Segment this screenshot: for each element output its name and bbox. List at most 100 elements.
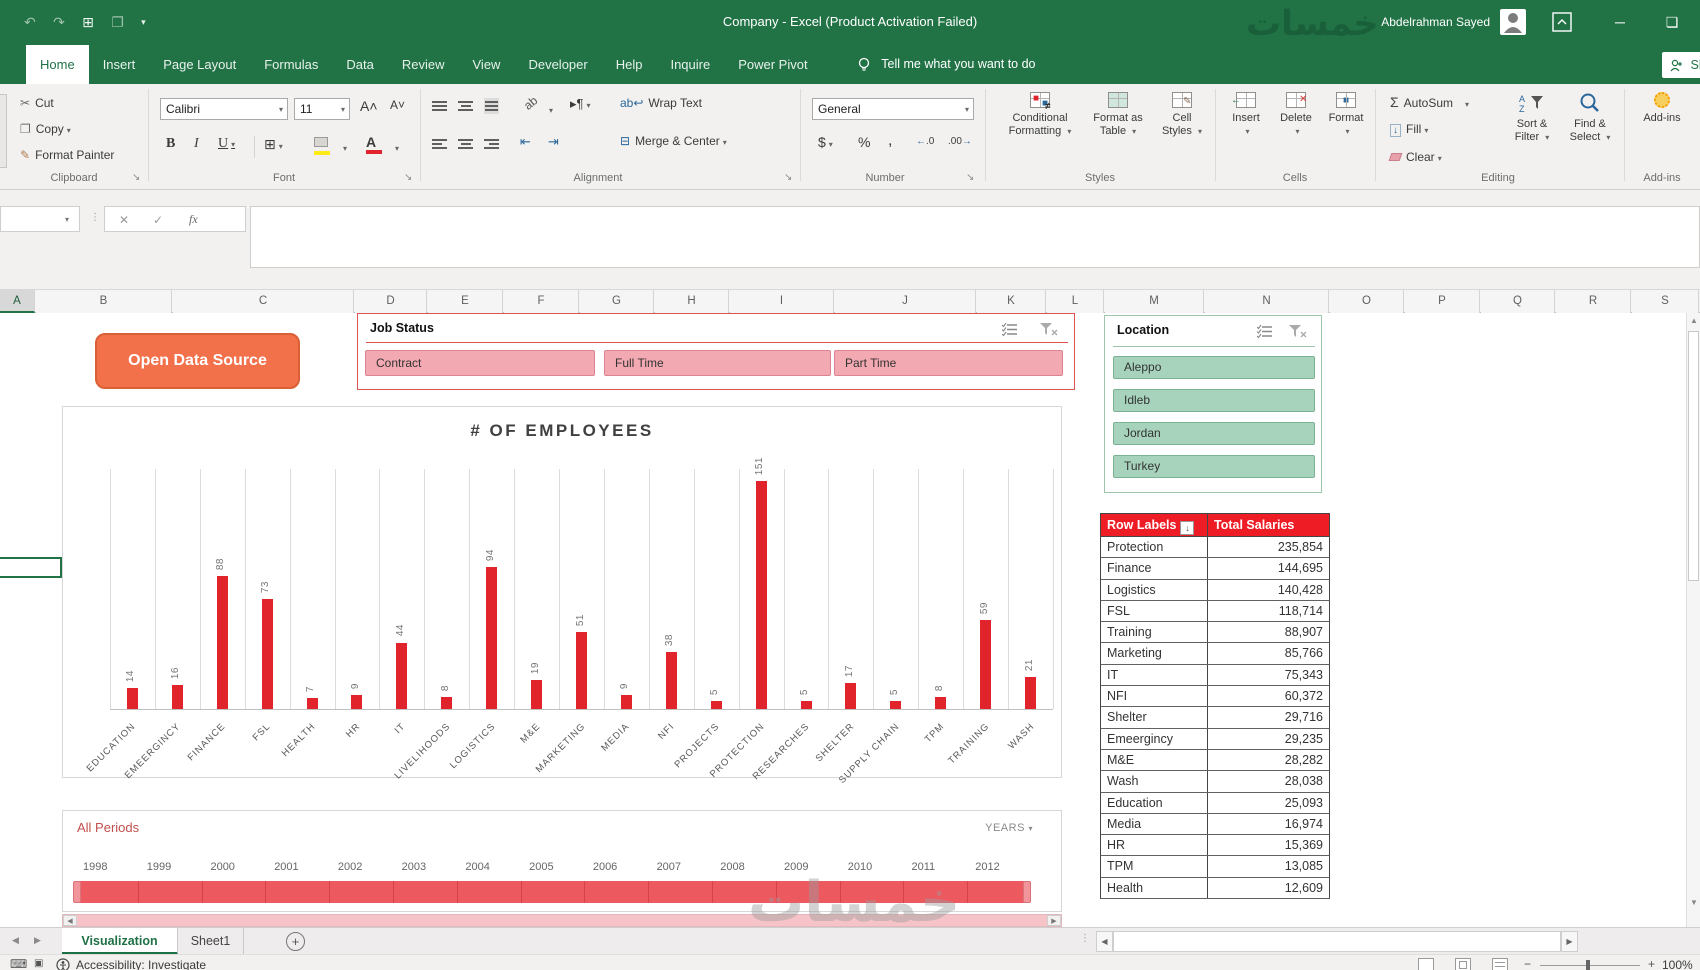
orientation-dropdown[interactable]: ▾ xyxy=(546,102,553,116)
formula-input[interactable] xyxy=(250,206,1700,268)
fill-button[interactable]: ↓ Fill ▾ xyxy=(1390,122,1428,137)
font-color-dropdown[interactable]: ▾ xyxy=(392,140,399,154)
pivot-header-total-salaries[interactable]: Total Salaries xyxy=(1208,514,1329,536)
align-top-button[interactable] xyxy=(432,98,447,113)
fill-color-button[interactable] xyxy=(314,136,330,155)
name-box[interactable]: ▾ xyxy=(0,206,80,232)
align-left-button[interactable] xyxy=(432,136,447,151)
column-header-J[interactable]: J xyxy=(835,290,976,313)
chart-bar-media[interactable] xyxy=(620,695,632,709)
chart-bar-supply-chain[interactable] xyxy=(890,701,902,709)
percent-style-button[interactable]: % xyxy=(858,134,870,150)
column-header-E[interactable]: E xyxy=(428,290,503,313)
cancel-icon[interactable]: ✕ xyxy=(119,213,129,227)
scroll-up-icon[interactable]: ▲ xyxy=(1687,313,1700,329)
pivot-row-education[interactable]: Education 25,093 xyxy=(1100,792,1330,814)
chart-bar-logistics[interactable] xyxy=(486,567,498,709)
hscroll-right-icon[interactable]: ▶ xyxy=(1561,931,1578,952)
text-direction-button[interactable]: ▸¶ ▾ xyxy=(570,96,591,112)
slicer-item-part-time[interactable]: Part Time xyxy=(834,350,1063,376)
increase-indent-button[interactable]: ⇥ xyxy=(548,134,559,150)
zoom-out-icon[interactable]: − xyxy=(1524,957,1531,970)
align-right-button[interactable] xyxy=(484,136,499,151)
pivot-row-logistics[interactable]: Logistics 140,428 xyxy=(1100,579,1330,601)
wrap-text-button[interactable]: ab↩ Wrap Text xyxy=(620,96,702,110)
chart-bar-fsl[interactable] xyxy=(261,598,273,709)
chart-bar-shelter[interactable] xyxy=(845,683,857,709)
column-header-A[interactable]: A xyxy=(0,290,35,313)
merge-center-button[interactable]: ⊟ Merge & Center ▾ xyxy=(620,134,727,148)
grow-font-button[interactable]: A˄ xyxy=(360,98,378,114)
orientation-button[interactable]: ab xyxy=(521,93,540,112)
shrink-font-button[interactable]: A˅ xyxy=(390,98,405,112)
find-select-button[interactable]: Find & Select ▾ xyxy=(1562,92,1618,144)
chart-bar-livelihoods[interactable] xyxy=(441,696,453,709)
column-header-L[interactable]: L xyxy=(1047,290,1104,313)
chart-bar-it[interactable] xyxy=(396,642,408,709)
autosum-button[interactable]: Σ AutoSum ▾ xyxy=(1390,94,1469,110)
timeline-segment-2007[interactable] xyxy=(649,881,713,903)
pivot-row-hr[interactable]: HR 15,369 xyxy=(1100,835,1330,857)
decrease-indent-button[interactable]: ⇤ xyxy=(520,134,531,150)
chart-bar-projects[interactable] xyxy=(710,701,722,709)
column-header-D[interactable]: D xyxy=(355,290,427,313)
chart-bar-protection[interactable] xyxy=(755,480,767,709)
scroll-right-icon[interactable]: ▶ xyxy=(1047,915,1061,926)
formula-bar-resize-handle[interactable]: ⋮ xyxy=(90,212,101,223)
chart-bar-marketing[interactable] xyxy=(576,631,587,709)
column-header-R[interactable]: R xyxy=(1556,290,1631,313)
page-break-view-icon[interactable] xyxy=(1492,958,1508,970)
macro-record-icon[interactable]: ▣ xyxy=(34,958,43,969)
timeline-segment-2002[interactable] xyxy=(330,881,394,903)
align-middle-button[interactable] xyxy=(458,98,473,113)
pivot-header-row-labels[interactable]: Row Labels ↓ xyxy=(1101,514,1208,536)
column-header-B[interactable]: B xyxy=(36,290,172,313)
column-header-M[interactable]: M xyxy=(1105,290,1204,313)
page-layout-view-icon[interactable] xyxy=(1455,958,1471,970)
add-ins-button[interactable]: Add-ins xyxy=(1634,92,1690,125)
name-box-dropdown-icon[interactable]: ▾ xyxy=(65,215,69,224)
cell-styles-button[interactable]: ✎ Cell Styles ▾ xyxy=(1154,92,1210,138)
format-as-table-button[interactable]: Format as Table ▾ xyxy=(1086,92,1150,138)
number-dialog-launcher-icon[interactable]: ↘ xyxy=(966,172,974,183)
column-header-F[interactable]: F xyxy=(504,290,579,313)
borders-button[interactable]: ⊞ ▾ xyxy=(264,136,283,153)
copy-button[interactable]: ❐ Copy ▾ xyxy=(20,122,71,136)
pivot-row-tpm[interactable]: TPM 13,085 xyxy=(1100,856,1330,878)
chart-bar-m-e[interactable] xyxy=(531,680,543,709)
cut-button[interactable]: ✂ Cut xyxy=(20,96,54,110)
ribbon-tab-insert[interactable]: Insert xyxy=(89,45,150,84)
column-header-O[interactable]: O xyxy=(1330,290,1404,313)
number-format-combo[interactable]: General ▾ xyxy=(812,98,974,120)
open-data-source-button[interactable]: Open Data Source xyxy=(95,333,300,389)
ribbon-tab-view[interactable]: View xyxy=(459,45,515,84)
paste-button-clipped[interactable] xyxy=(0,94,7,168)
close-button[interactable]: ✕ xyxy=(1696,0,1700,45)
normal-view-icon[interactable] xyxy=(1418,958,1434,970)
zoom-slider[interactable] xyxy=(1540,965,1640,966)
slicer-item-contract[interactable]: Contract xyxy=(365,350,595,376)
pivot-row-m-e[interactable]: M&E 28,282 xyxy=(1100,749,1330,772)
multi-select-icon[interactable] xyxy=(1256,324,1273,339)
column-header-G[interactable]: G xyxy=(580,290,654,313)
accounting-format-button[interactable]: $ ▾ xyxy=(818,134,833,150)
bold-button[interactable]: B xyxy=(166,136,175,152)
slicer-item-aleppo[interactable]: Aleppo xyxy=(1113,356,1315,379)
chart-bar-researches[interactable] xyxy=(800,701,812,709)
pivot-row-wash[interactable]: Wash 28,038 xyxy=(1100,771,1330,793)
decrease-decimal-button[interactable]: .00→ xyxy=(948,136,972,147)
chart-bar-wash[interactable] xyxy=(1025,677,1037,709)
timeline-segment-2000[interactable] xyxy=(203,881,267,903)
timeline-handle-left[interactable] xyxy=(73,881,81,903)
italic-button[interactable]: I xyxy=(194,136,199,152)
multi-select-icon[interactable] xyxy=(1001,322,1018,337)
tab-splitter-handle[interactable]: ⋮ xyxy=(1080,933,1091,944)
share-button[interactable]: Share xyxy=(1662,52,1700,78)
clear-filter-icon[interactable] xyxy=(1040,322,1058,337)
pivot-row-finance[interactable]: Finance 144,695 xyxy=(1100,558,1330,580)
slicer-location[interactable]: Location Aleppo Idleb Jordan Turkey xyxy=(1104,315,1322,493)
timeline-segment-2001[interactable] xyxy=(266,881,331,903)
chart-bar-finance[interactable] xyxy=(216,576,228,709)
next-sheet-icon[interactable]: ▶ xyxy=(34,935,41,946)
prev-sheet-icon[interactable]: ◀ xyxy=(12,935,19,946)
